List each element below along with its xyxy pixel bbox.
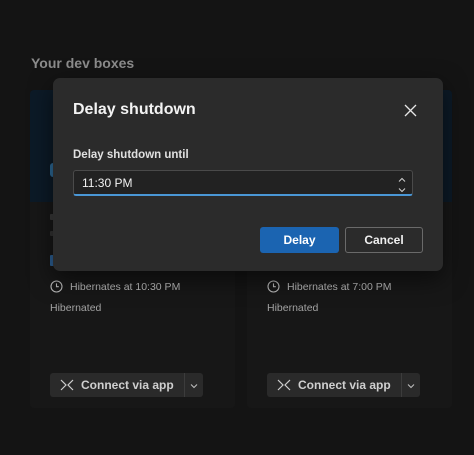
field-label: Delay shutdown until (73, 149, 189, 161)
connect-via-app-button[interactable]: Connect via app (50, 373, 184, 397)
connect-options-button[interactable] (184, 373, 203, 397)
delay-button[interactable]: Delay (260, 227, 339, 253)
connect-split-button: Connect via app (50, 373, 203, 397)
delay-shutdown-dialog: Delay shutdown Delay shutdown until 11:3… (53, 78, 443, 271)
time-spinner (398, 173, 406, 193)
cancel-button[interactable]: Cancel (345, 227, 423, 253)
time-input[interactable]: 11:30 PM (73, 170, 413, 196)
time-value: 11:30 PM (82, 175, 133, 190)
dialog-title: Delay shutdown (73, 101, 196, 118)
chevron-down-icon (407, 376, 415, 394)
card-state: Hibernated (267, 302, 319, 314)
card-schedule-row: Hibernates at 7:00 PM (267, 280, 391, 293)
close-button[interactable] (404, 104, 417, 117)
clock-icon (267, 280, 280, 293)
clock-icon (50, 280, 63, 293)
connect-label: Connect via app (81, 378, 174, 392)
card-state: Hibernated (50, 302, 102, 314)
card-schedule-text: Hibernates at 10:30 PM (70, 280, 181, 293)
close-icon (404, 104, 417, 117)
section-title: Your dev boxes (31, 55, 135, 71)
dev-portal-page: Your dev boxes Hibernates at 10:30 PM Hi… (0, 0, 474, 455)
card-schedule-row: Hibernates at 10:30 PM (50, 280, 180, 293)
card-schedule-text: Hibernates at 7:00 PM (287, 280, 392, 293)
connect-via-app-button[interactable]: Connect via app (267, 373, 401, 397)
connect-icon (60, 379, 74, 391)
connect-options-button[interactable] (401, 373, 420, 397)
connect-icon (277, 379, 291, 391)
connect-split-button: Connect via app (267, 373, 420, 397)
spin-up-button[interactable] (398, 173, 406, 182)
spin-down-button[interactable] (398, 183, 406, 193)
chevron-down-icon (190, 376, 198, 394)
connect-label: Connect via app (298, 378, 391, 392)
